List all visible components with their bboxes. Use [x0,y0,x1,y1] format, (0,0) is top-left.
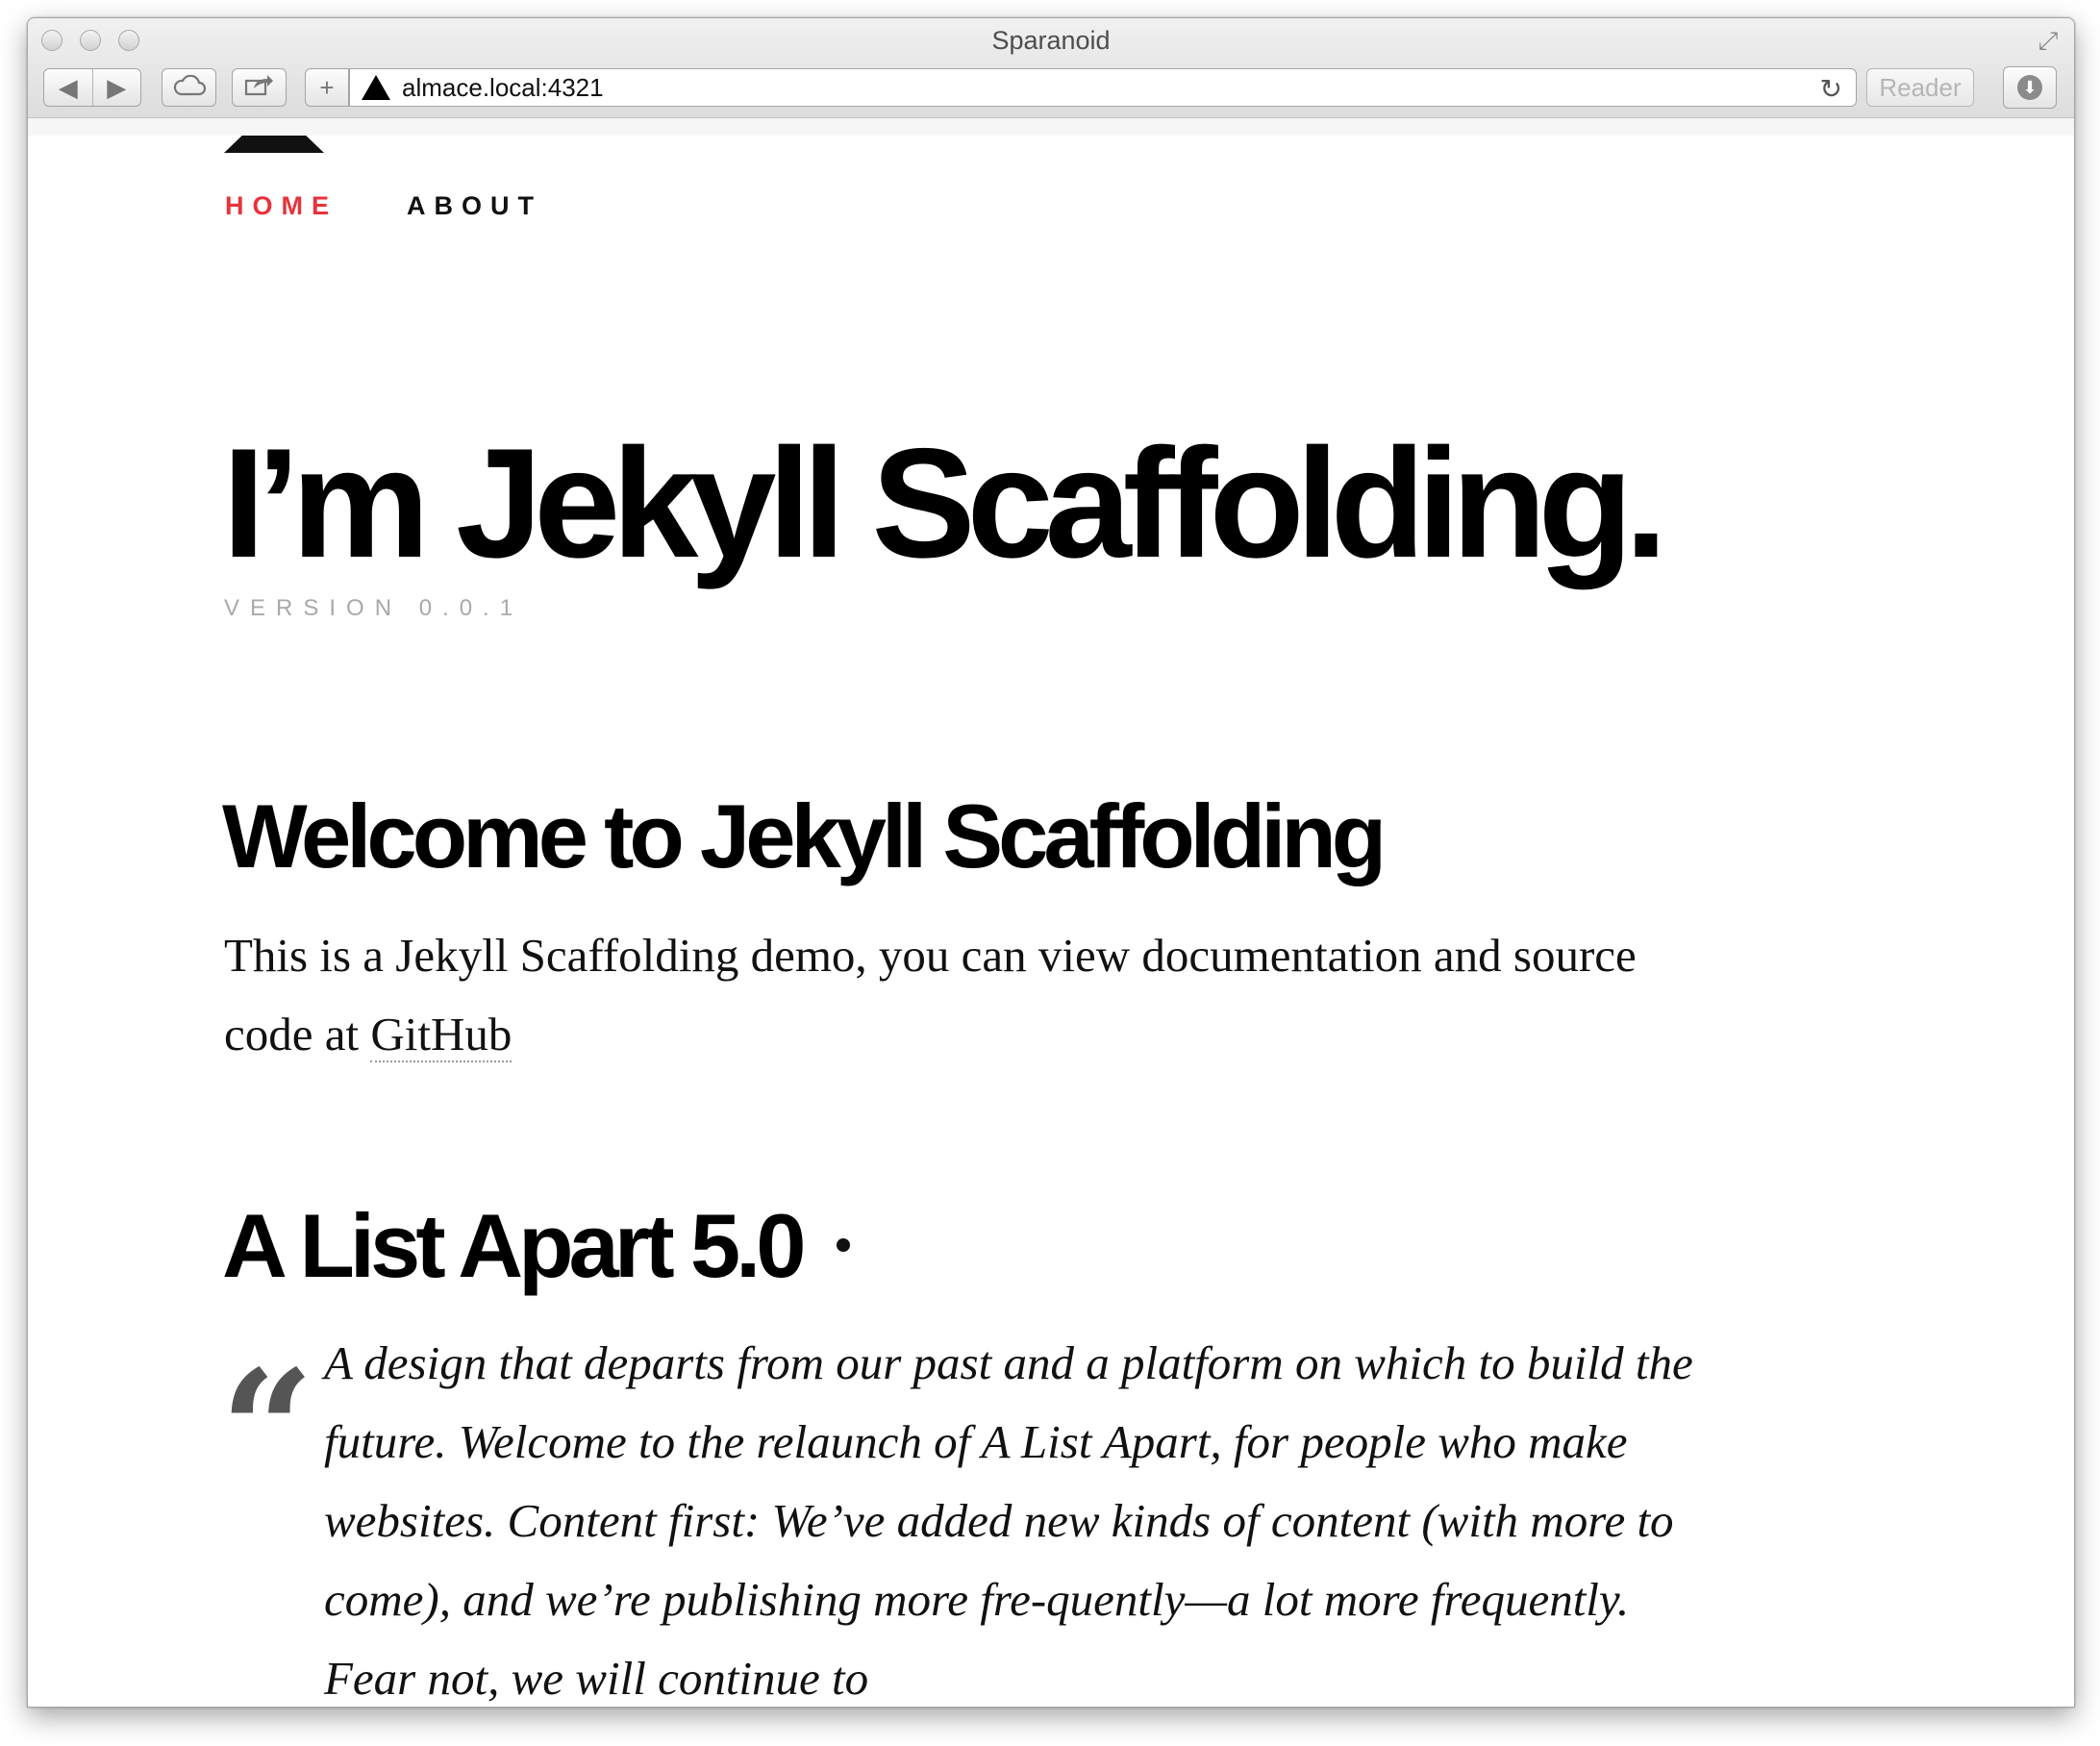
web-page: HOME ABOUT I’m Jekyll Scaffolding. VERSI… [28,136,2074,1707]
share-icon [244,73,275,103]
site-logo[interactable] [224,136,324,153]
window-title: Sparanoid [991,26,1111,55]
downloads-button[interactable]: ⬇ [2003,66,2057,109]
favicon-icon [362,75,390,100]
fullscreen-icon[interactable]: ⤢ [2034,26,2062,55]
github-link[interactable]: GitHub [370,1008,512,1062]
hero-title: I’m Jekyll Scaffolding. [222,416,1667,590]
post-title-link[interactable]: A List Apart 5.0 [222,1195,807,1296]
back-arrow-icon[interactable]: ◀ [44,69,92,106]
address-bar[interactable]: almace.local:4321 ↻ [349,68,1857,107]
new-tab-button[interactable]: + [305,68,349,107]
cloud-icon [173,73,206,103]
downloads-icon: ⬇ [2017,75,2042,100]
screen: Sparanoid ⤢ ◀ ▶ + almace.local:4321 ↻ Re… [0,0,2100,1746]
tab-strip [28,117,2074,136]
post-excerpt: A design that departs from our past and … [324,1336,1693,1705]
plus-icon: + [319,72,335,102]
reload-icon[interactable]: ↻ [1820,73,1842,105]
intro-paragraph: This is a Jekyll Scaffolding demo, you c… [224,916,1686,1074]
forward-arrow-icon[interactable]: ▶ [91,69,141,106]
welcome-heading: Welcome to Jekyll Scaffolding [222,786,1387,886]
url-text[interactable]: almace.local:4321 [402,73,604,103]
reader-button[interactable]: Reader [1866,68,1974,107]
version-label: VERSION 0.0.1 [224,595,524,621]
icloud-tabs-button[interactable] [162,68,216,107]
quote-mark-icon: “ [220,1334,314,1527]
back-forward-group: ◀ ▶ [43,68,141,107]
nav-about-link[interactable]: ABOUT [407,191,542,221]
site-nav: HOME ABOUT [225,191,542,221]
nav-home-link[interactable]: HOME [225,191,338,221]
share-button[interactable] [232,68,287,107]
post-title: A List Apart 5.0 [222,1201,850,1291]
permalink-bullet[interactable] [836,1238,850,1253]
browser-toolbar: Sparanoid ⤢ ◀ ▶ + almace.local:4321 ↻ Re… [28,18,2074,136]
browser-window: Sparanoid ⤢ ◀ ▶ + almace.local:4321 ↻ Re… [27,17,2075,1708]
